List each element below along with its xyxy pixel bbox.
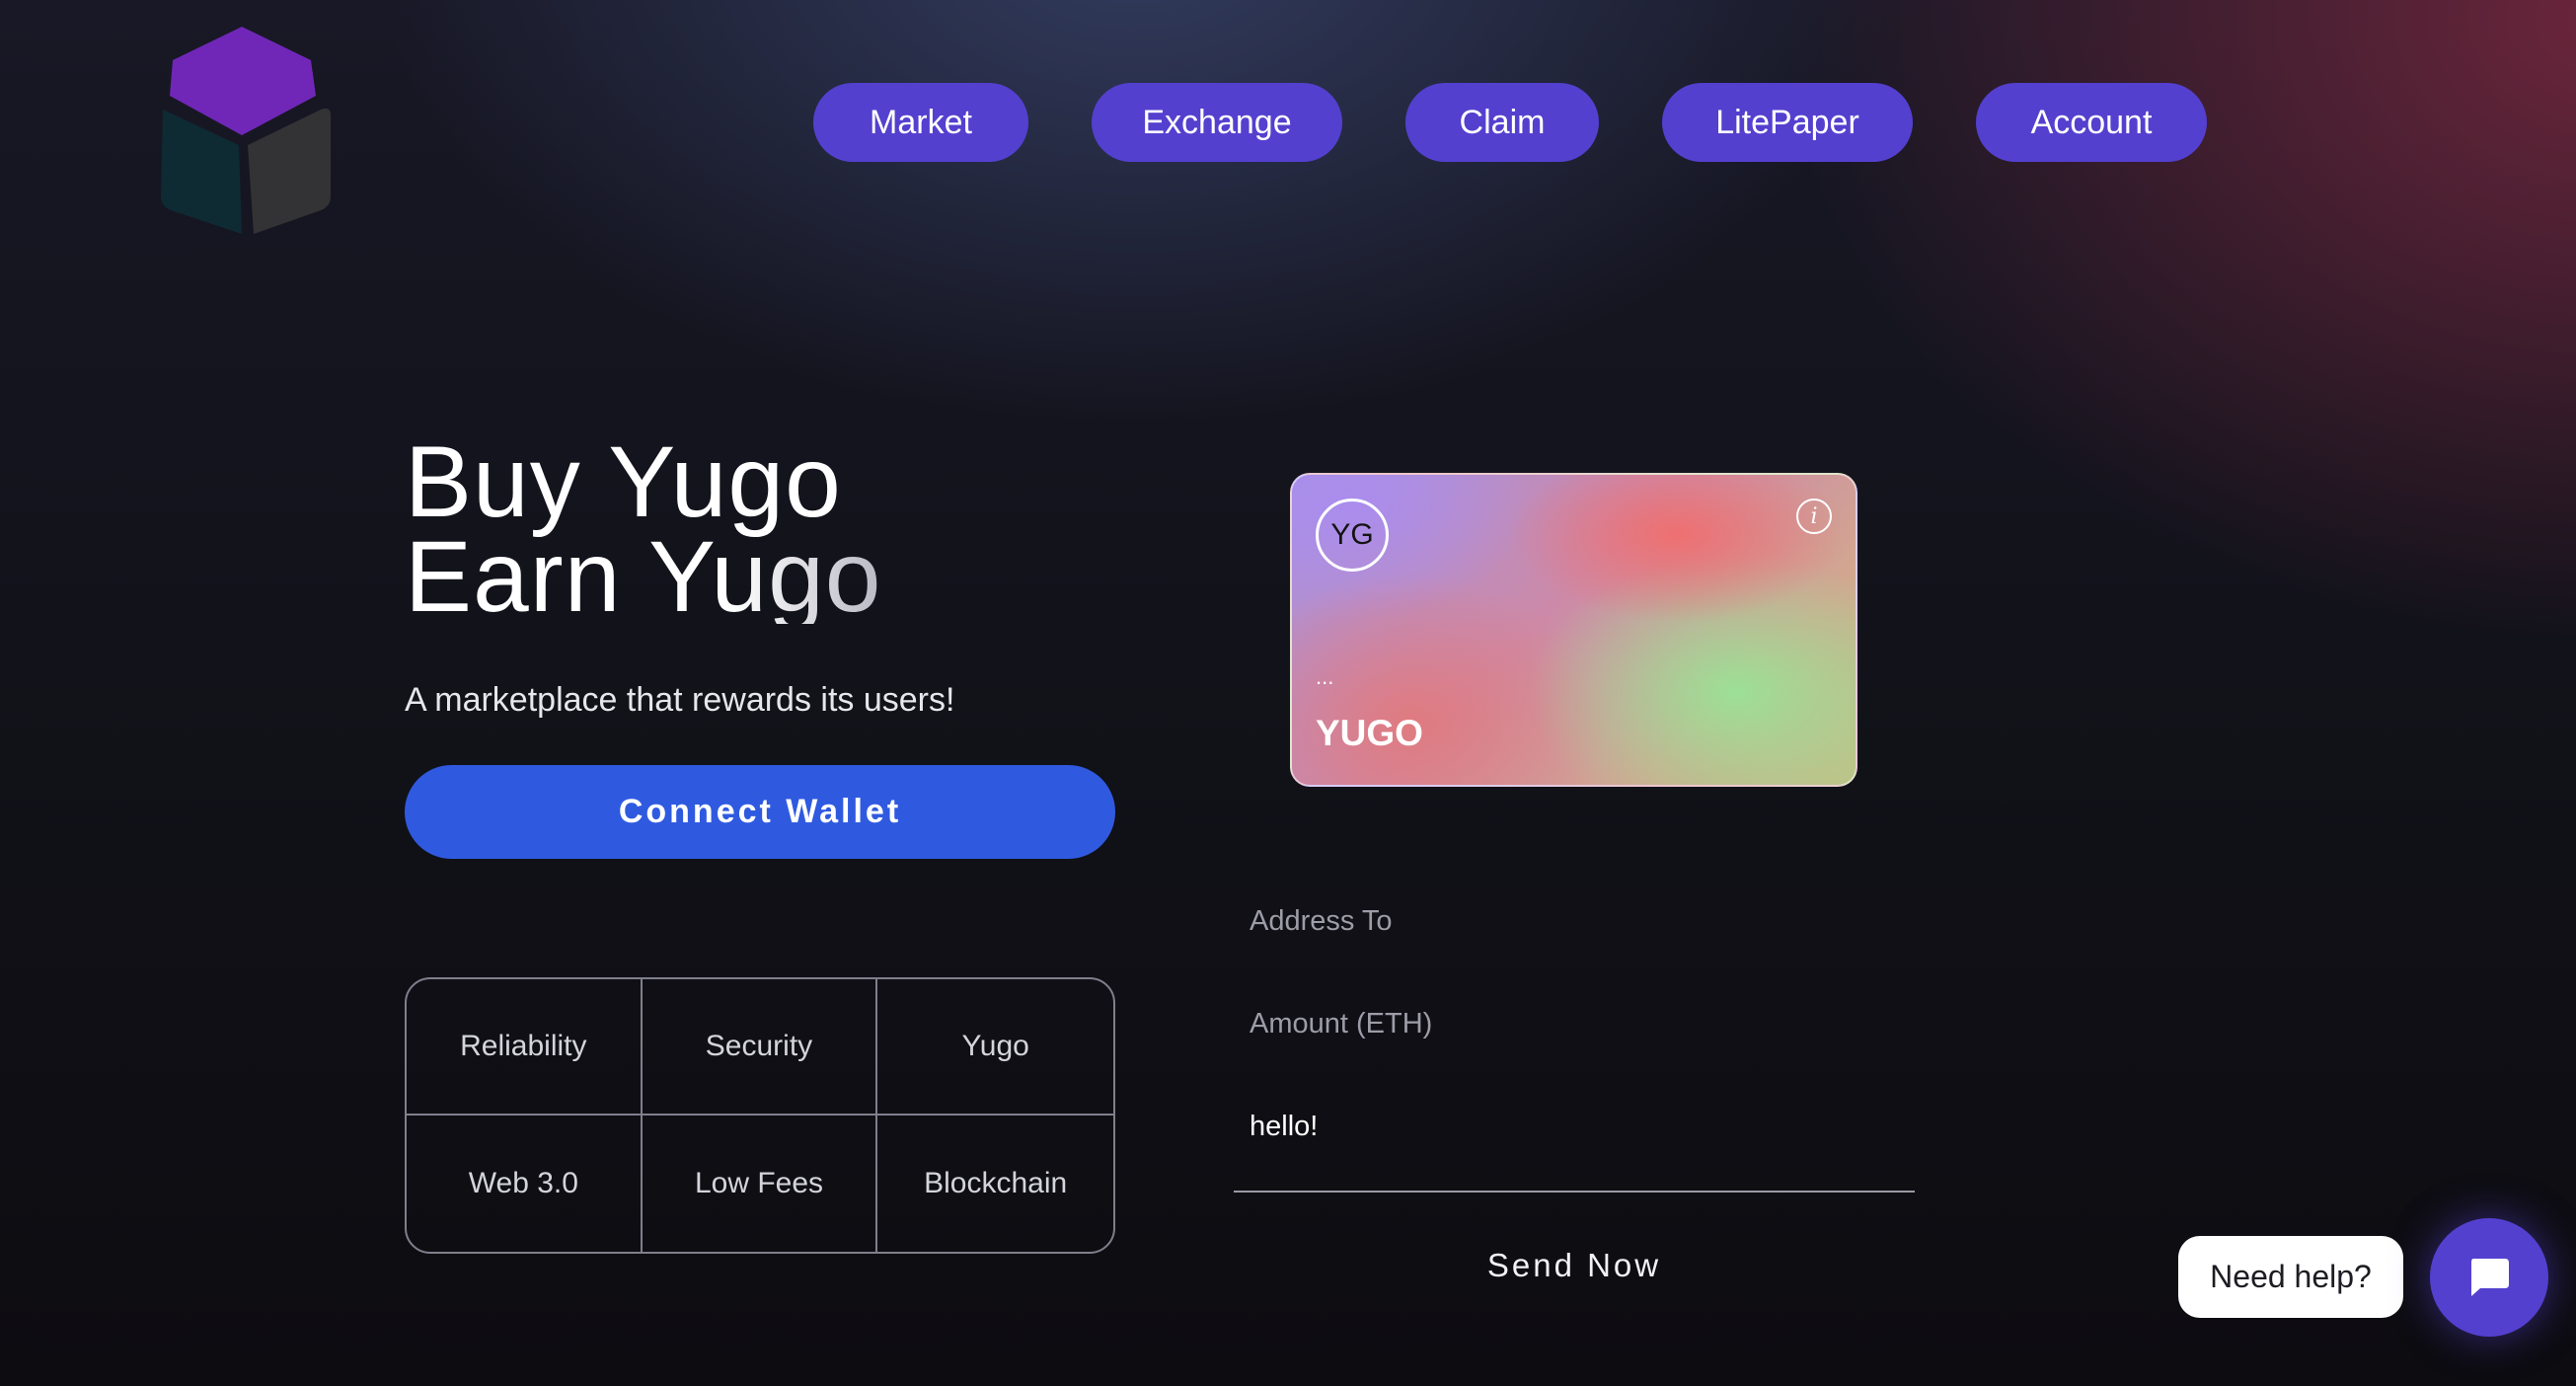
card-avatar: YG: [1316, 499, 1389, 572]
yugo-card: YG i ... YUGO: [1290, 473, 1857, 787]
hero-line-earn: Earn Yugo: [405, 520, 882, 633]
amount-eth-input[interactable]: [1236, 994, 1917, 1053]
nav-claim-button[interactable]: Claim: [1405, 83, 1599, 162]
feature-security: Security: [642, 979, 878, 1116]
features-grid: Reliability Security Yugo Web 3.0 Low Fe…: [405, 977, 1115, 1254]
connect-wallet-button[interactable]: Connect Wallet: [405, 765, 1115, 859]
hero-tagline: A marketplace that rewards its users!: [405, 681, 955, 719]
page-background: [0, 0, 2576, 1386]
message-input[interactable]: [1236, 1097, 1917, 1156]
feature-yugo: Yugo: [877, 979, 1113, 1116]
feature-blockchain: Blockchain: [924, 1167, 1068, 1199]
nav-market-button[interactable]: Market: [813, 83, 1028, 162]
feature-web3: Web 3.0: [407, 1116, 643, 1252]
hero-line-buy: Buy Yugo: [405, 425, 842, 538]
nav-account-button[interactable]: Account: [1976, 83, 2207, 162]
hero-heading: Buy Yugo Earn Yugo: [405, 425, 882, 633]
feature-low-fees: Low Fees: [643, 1116, 878, 1252]
form-divider: [1234, 1191, 1915, 1193]
info-icon[interactable]: i: [1796, 499, 1832, 534]
chat-bubble-icon: [2471, 1259, 2509, 1296]
card-ticker: YUGO: [1316, 713, 1423, 753]
feature-reliability: Reliability: [407, 979, 643, 1116]
cube-logo[interactable]: [143, 15, 350, 237]
card-address: ...: [1316, 664, 1334, 689]
nav-litepaper-button[interactable]: LitePaper: [1662, 83, 1913, 162]
chat-button[interactable]: [2430, 1218, 2548, 1337]
need-help-button[interactable]: Need help?: [2178, 1236, 2403, 1318]
nav-exchange-button[interactable]: Exchange: [1092, 83, 1342, 162]
address-to-input[interactable]: [1236, 891, 1917, 951]
send-now-button[interactable]: Send Now: [1431, 1236, 1717, 1295]
